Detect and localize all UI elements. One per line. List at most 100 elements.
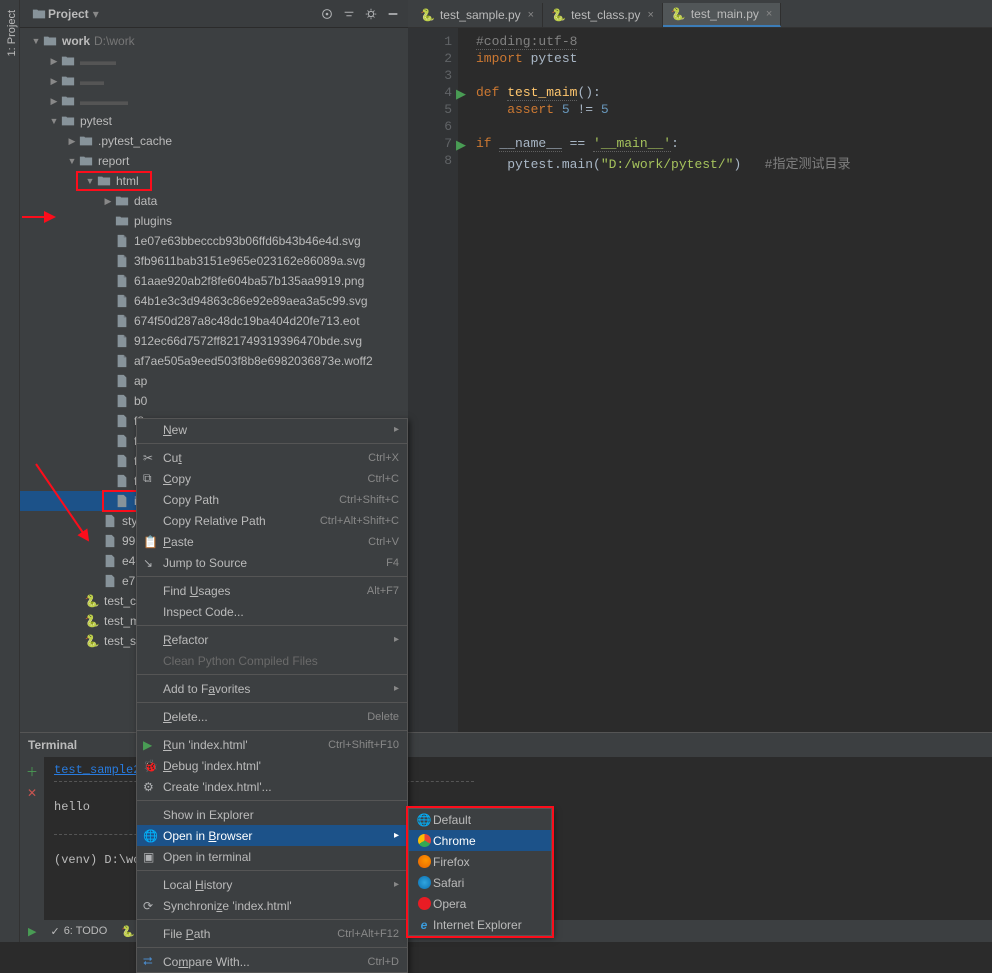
file-icon (114, 273, 130, 289)
tree-file-row[interactable]: 3fb9611bab3151e965e023162e86089a.svg (20, 251, 408, 271)
tree-file-row[interactable]: af7ae505a9eed503f8b8e6982036873e.woff2 (20, 351, 408, 371)
file-icon (114, 393, 130, 409)
submenu-chrome[interactable]: Chrome (409, 830, 551, 851)
tree-file-row[interactable]: 64b1e3c3d94863c86e92e89aea3a5c99.svg (20, 291, 408, 311)
safari-icon (415, 876, 433, 889)
menu-cut[interactable]: ✂CutCtrl+X (137, 447, 407, 468)
file-icon (114, 293, 130, 309)
submenu-opera[interactable]: Opera (409, 893, 551, 914)
terminal-toolbar: ＋ ✕ (20, 757, 44, 934)
close-icon[interactable]: × (647, 9, 653, 21)
file-icon (114, 413, 130, 429)
scissors-icon: ✂ (143, 451, 161, 465)
close-icon[interactable]: × (528, 9, 534, 21)
opera-icon (415, 897, 433, 910)
terminal-icon: ▣ (143, 850, 161, 864)
tab-test-main[interactable]: 🐍test_main.py× (663, 3, 781, 27)
menu-clean: Clean Python Compiled Files (137, 650, 407, 671)
tree-row[interactable]: ▶data (20, 191, 408, 211)
menu-compare[interactable]: ⮂Compare With...Ctrl+D (137, 951, 407, 972)
jump-icon: ↘ (143, 556, 161, 570)
menu-copy-rel-path[interactable]: Copy Relative PathCtrl+Alt+Shift+C (137, 510, 407, 531)
tree-row-html[interactable]: ▼html (20, 171, 408, 191)
folder-icon (42, 33, 58, 49)
menu-jump[interactable]: ↘Jump to SourceF4 (137, 552, 407, 573)
tree-file-row[interactable]: 1e07e63bbecccb93b06ffd6b43b46e4d.svg (20, 231, 408, 251)
menu-copy[interactable]: ⧉CopyCtrl+C (137, 468, 407, 489)
file-icon (114, 493, 130, 509)
tree-row[interactable]: ▶.pytest_cache (20, 131, 408, 151)
browser-submenu: 🌐Default Chrome Firefox Safari Opera eIn… (408, 808, 552, 936)
file-icon (114, 373, 130, 389)
file-icon (102, 513, 118, 529)
tab-test-sample[interactable]: 🐍test_sample.py× (412, 3, 543, 27)
menu-paste[interactable]: 📋PasteCtrl+V (137, 531, 407, 552)
menu-run[interactable]: ▶Run 'index.html'Ctrl+Shift+F10 (137, 734, 407, 755)
python-icon: 🐍 (84, 593, 100, 609)
tree-row-root[interactable]: ▼ work D:\work (20, 31, 408, 51)
run-gutter-icon[interactable]: ▶ (456, 138, 466, 153)
menu-create[interactable]: ⚙Create 'index.html'... (137, 776, 407, 797)
menu-copy-path[interactable]: Copy PathCtrl+Shift+C (137, 489, 407, 510)
python-icon: 🐍 (671, 7, 686, 21)
tree-row-pytest[interactable]: ▼pytest (20, 111, 408, 131)
chrome-icon (415, 834, 433, 847)
tab-test-class[interactable]: 🐍test_class.py× (543, 3, 663, 27)
tree-row[interactable]: ▶▬▬ (20, 71, 408, 91)
config-icon: ⚙ (143, 780, 161, 794)
close-icon[interactable]: ✕ (27, 786, 37, 800)
menu-new[interactable]: New▸ (137, 419, 407, 440)
tree-file-row[interactable]: 61aae920ab2f8fe604ba57b135aa9919.png (20, 271, 408, 291)
status-run[interactable]: ▶ (28, 925, 36, 938)
paste-icon: 📋 (143, 535, 161, 549)
menu-find-usages[interactable]: Find UsagesAlt+F7 (137, 580, 407, 601)
tree-file-row[interactable]: 912ec66d7572ff821749319396470bde.svg (20, 331, 408, 351)
menu-show-explorer[interactable]: Show in Explorer (137, 804, 407, 825)
menu-open-browser[interactable]: 🌐Open in Browser▸ (137, 825, 407, 846)
tree-row-report[interactable]: ▼report (20, 151, 408, 171)
submenu-firefox[interactable]: Firefox (409, 851, 551, 872)
bug-icon: 🐞 (143, 759, 161, 773)
run-icon: ▶ (143, 738, 161, 752)
target-icon[interactable] (318, 5, 336, 23)
tree-row[interactable]: ▶▬▬▬▬ (20, 91, 408, 111)
file-icon (114, 333, 130, 349)
status-todo[interactable]: ✓ 6: TODO (50, 925, 107, 938)
plus-icon[interactable]: ＋ (26, 763, 38, 780)
menu-refactor[interactable]: Refactor▸ (137, 629, 407, 650)
run-gutter-icon[interactable]: ▶ (456, 87, 466, 102)
globe-icon: 🌐 (415, 813, 433, 827)
menu-inspect[interactable]: Inspect Code... (137, 601, 407, 622)
collapse-icon[interactable] (340, 5, 358, 23)
editor-tab-bar: 🐍test_sample.py× 🐍test_class.py× 🐍test_m… (408, 0, 992, 28)
submenu-ie[interactable]: eInternet Explorer (409, 914, 551, 935)
menu-synchronize[interactable]: ⟳Synchronize 'index.html' (137, 895, 407, 916)
file-icon (114, 233, 130, 249)
status-python-console[interactable]: 🐍 (121, 925, 135, 938)
tree-file-row[interactable]: b0 (20, 391, 408, 411)
globe-icon: 🌐 (143, 829, 161, 843)
firefox-icon (415, 855, 433, 868)
minimize-icon[interactable] (384, 5, 402, 23)
project-panel-header: Project ▾ (20, 0, 408, 28)
python-icon: 🐍 (84, 633, 100, 649)
menu-local-history[interactable]: Local History▸ (137, 874, 407, 895)
tree-file-row[interactable]: ap (20, 371, 408, 391)
tree-row[interactable]: ▶▬▬▬ (20, 51, 408, 71)
menu-open-terminal[interactable]: ▣Open in terminal (137, 846, 407, 867)
python-icon: 🐍 (84, 613, 100, 629)
menu-add-favorites[interactable]: Add to Favorites▸ (137, 678, 407, 699)
tree-file-row[interactable]: 674f50d287a8c48dc19ba404d20fe713.eot (20, 311, 408, 331)
file-icon (114, 473, 130, 489)
menu-delete[interactable]: Delete...Delete (137, 706, 407, 727)
file-icon (102, 553, 118, 569)
menu-debug[interactable]: 🐞Debug 'index.html' (137, 755, 407, 776)
close-icon[interactable]: × (766, 8, 772, 20)
submenu-default[interactable]: 🌐Default (409, 809, 551, 830)
project-panel-title: Project (48, 7, 89, 21)
gear-icon[interactable] (362, 5, 380, 23)
submenu-safari[interactable]: Safari (409, 872, 551, 893)
file-icon (114, 313, 130, 329)
tree-row[interactable]: plugins (20, 211, 408, 231)
menu-file-path[interactable]: File PathCtrl+Alt+F12 (137, 923, 407, 944)
